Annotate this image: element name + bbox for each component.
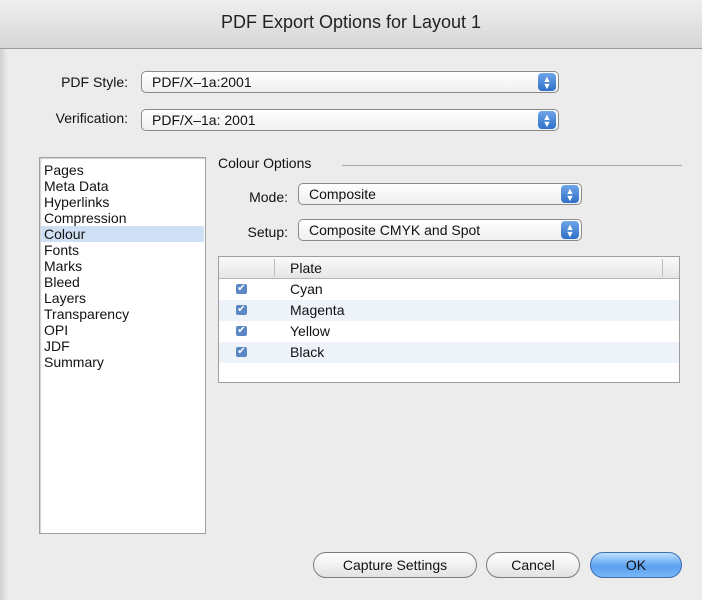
mode-select[interactable]: Composite ▲ ▼ [298, 183, 582, 205]
verification-label: Verification: [55, 110, 128, 126]
sidebar-item-colour[interactable]: Colour [41, 226, 204, 242]
table-row[interactable]: ✔ Black [219, 342, 679, 363]
pdf-style-label: PDF Style: [61, 74, 128, 90]
table-row[interactable]: ✔ Yellow [219, 321, 679, 342]
plate-checkbox-magenta[interactable]: ✔ [236, 305, 247, 315]
sidebar-item-meta-data[interactable]: Meta Data [41, 178, 204, 194]
plate-table[interactable]: Plate ✔ Cyan ✔ Magenta ✔ Yellow ✔ Black [218, 256, 680, 383]
plate-checkbox-cyan[interactable]: ✔ [236, 284, 247, 294]
header-divider [274, 259, 275, 276]
sidebar-item-fonts[interactable]: Fonts [41, 242, 204, 258]
pdf-style-select[interactable]: PDF/X–1a:2001 ▲ ▼ [141, 71, 559, 93]
popup-arrows-icon: ▲ ▼ [538, 111, 556, 129]
verification-select[interactable]: PDF/X–1a: 2001 ▲ ▼ [141, 109, 559, 131]
plate-checkbox-black[interactable]: ✔ [236, 347, 247, 357]
capture-settings-button[interactable]: Capture Settings [313, 552, 477, 578]
plate-checkbox-yellow[interactable]: ✔ [236, 326, 247, 336]
setup-select[interactable]: Composite CMYK and Spot ▲ ▼ [298, 219, 582, 241]
header-divider [662, 259, 663, 276]
sidebar-item-bleed[interactable]: Bleed [41, 274, 204, 290]
ok-button[interactable]: OK [590, 552, 682, 578]
plate-name: Cyan [290, 281, 323, 297]
sidebar-item-transparency[interactable]: Transparency [41, 306, 204, 322]
section-title: Colour Options [218, 155, 312, 171]
mode-value: Composite [309, 186, 376, 202]
window-title: PDF Export Options for Layout 1 [220, 12, 482, 32]
plate-name: Yellow [290, 323, 330, 339]
verification-value: PDF/X–1a: 2001 [152, 112, 256, 128]
plate-column-header[interactable]: Plate [290, 260, 322, 276]
pdf-export-dialog: PDF Export Options for Layout 1 PDF Styl… [0, 0, 702, 600]
plate-name: Black [290, 344, 325, 360]
sidebar-item-compression[interactable]: Compression [41, 210, 204, 226]
table-row[interactable]: ✔ Magenta [219, 300, 679, 321]
cancel-button[interactable]: Cancel [486, 552, 580, 578]
table-row[interactable]: ✔ Cyan [219, 279, 679, 300]
sidebar-item-opi[interactable]: OPI [41, 322, 204, 338]
section-divider [342, 165, 682, 166]
sidebar-item-hyperlinks[interactable]: Hyperlinks [41, 194, 204, 210]
popup-arrows-icon: ▲ ▼ [561, 221, 579, 239]
title-bar: PDF Export Options for Layout 1 [0, 0, 702, 49]
window-edge [0, 0, 8, 600]
sidebar-item-marks[interactable]: Marks [41, 258, 204, 274]
options-category-list[interactable]: Pages Meta Data Hyperlinks Compression C… [39, 157, 206, 534]
setup-label: Setup: [247, 224, 288, 240]
popup-arrows-icon: ▲ ▼ [538, 73, 556, 91]
sidebar-item-layers[interactable]: Layers [41, 290, 204, 306]
plate-table-header: Plate [219, 257, 679, 279]
setup-value: Composite CMYK and Spot [309, 222, 481, 238]
mode-label: Mode: [249, 189, 288, 205]
pdf-style-value: PDF/X–1a:2001 [152, 74, 252, 90]
plate-name: Magenta [290, 302, 345, 318]
sidebar-item-pages[interactable]: Pages [41, 162, 204, 178]
popup-arrows-icon: ▲ ▼ [561, 185, 579, 203]
sidebar-item-summary[interactable]: Summary [41, 354, 204, 370]
sidebar-item-jdf[interactable]: JDF [41, 338, 204, 354]
